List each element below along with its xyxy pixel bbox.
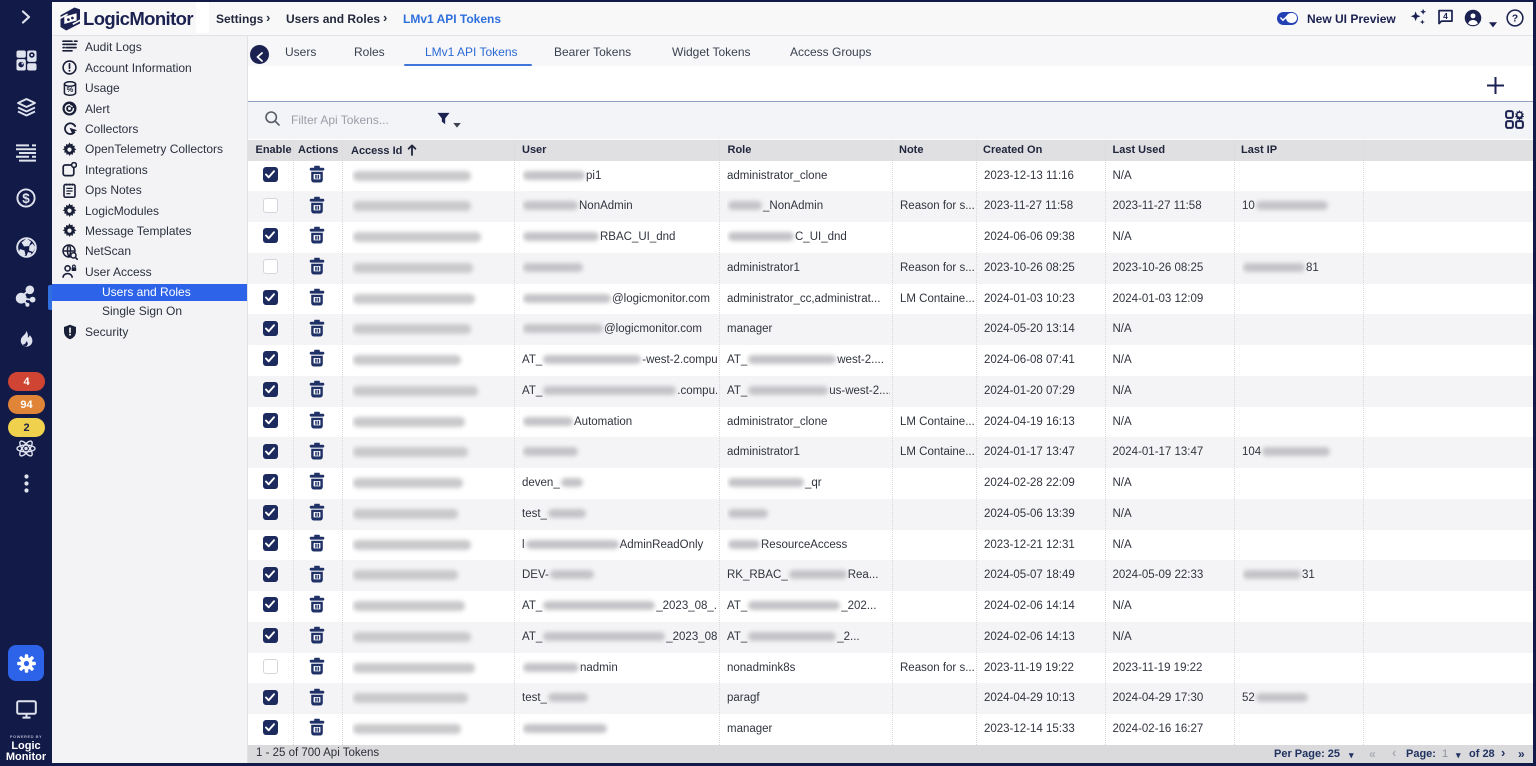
svg-text:%: % — [66, 85, 73, 94]
svg-text:4: 4 — [1443, 11, 1448, 21]
svg-text:$: $ — [22, 191, 30, 206]
svg-text:?: ? — [1512, 14, 1518, 25]
